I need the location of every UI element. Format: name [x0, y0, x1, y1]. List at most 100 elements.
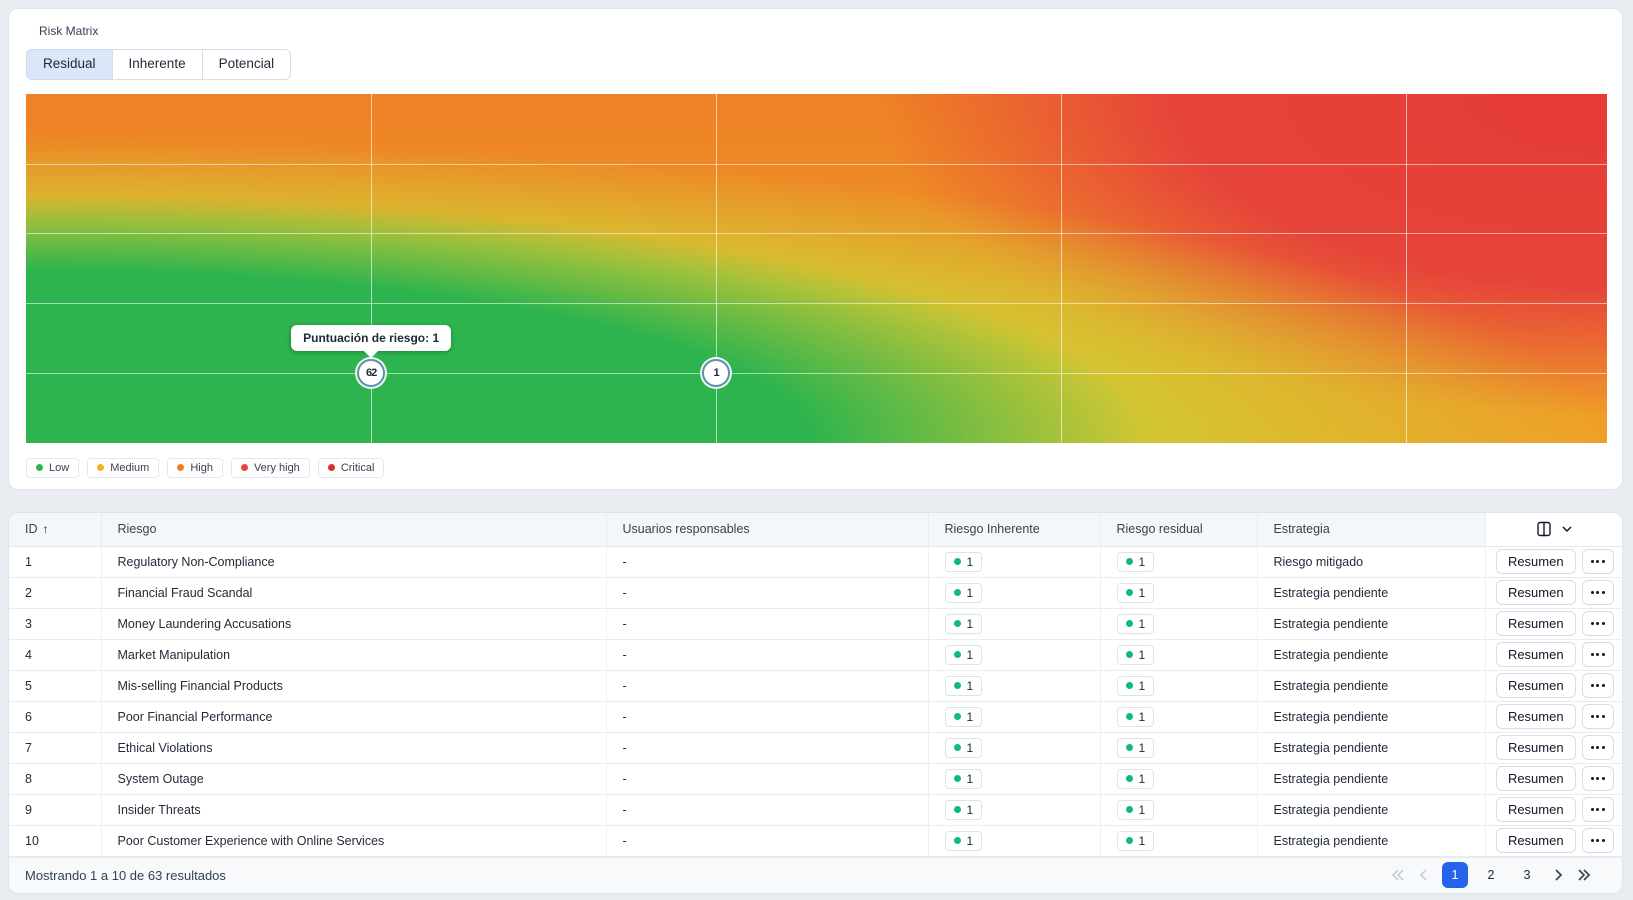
row-more-button[interactable] — [1582, 580, 1614, 605]
heatmap-gridline — [716, 94, 717, 443]
cell-estrategia: Riesgo mitigado — [1257, 546, 1485, 577]
risk-badge: 1 — [945, 583, 983, 603]
column-picker-button[interactable] — [1502, 521, 1609, 537]
row-more-button[interactable] — [1582, 828, 1614, 853]
header-riesgo[interactable]: Riesgo — [101, 513, 606, 546]
resumen-button[interactable]: Resumen — [1496, 735, 1576, 760]
risk-marker[interactable]: 62 — [357, 359, 385, 387]
status-dot-icon — [1126, 806, 1133, 813]
header-usuarios[interactable]: Usuarios responsables — [606, 513, 928, 546]
ellipsis-icon — [1591, 684, 1594, 687]
prev-page-button[interactable] — [1418, 868, 1430, 882]
table-row[interactable]: 10 Poor Customer Experience with Online … — [9, 825, 1623, 856]
legend-item-low: Low — [26, 458, 79, 478]
risk-badge: 1 — [1117, 738, 1155, 758]
tab-potencial[interactable]: Potencial — [202, 49, 292, 80]
resumen-button[interactable]: Resumen — [1496, 549, 1576, 574]
cell-riesgo-inherente: 1 — [928, 639, 1100, 670]
cell-riesgo: System Outage — [101, 763, 606, 794]
cell-riesgo: Market Manipulation — [101, 639, 606, 670]
table-row[interactable]: 2 Financial Fraud Scandal - 1 1 Estrateg… — [9, 577, 1623, 608]
last-page-button[interactable] — [1576, 868, 1592, 882]
table-row[interactable]: 8 System Outage - 1 1 Estrategia pendien… — [9, 763, 1623, 794]
cell-id: 1 — [9, 546, 101, 577]
double-chevron-right-icon — [1576, 868, 1592, 882]
table-row[interactable]: 1 Regulatory Non-Compliance - 1 1 Riesgo… — [9, 546, 1623, 577]
row-more-button[interactable] — [1582, 735, 1614, 760]
tab-inherente[interactable]: Inherente — [112, 49, 203, 80]
cell-estrategia: Estrategia pendiente — [1257, 639, 1485, 670]
cell-riesgo: Money Laundering Accusations — [101, 608, 606, 639]
table-row[interactable]: 3 Money Laundering Accusations - 1 1 Est… — [9, 608, 1623, 639]
table-row[interactable]: 9 Insider Threats - 1 1 Estrategia pendi… — [9, 794, 1623, 825]
header-residual[interactable]: Riesgo residual — [1100, 513, 1257, 546]
tab-residual[interactable]: Residual — [26, 49, 113, 80]
cell-actions: Resumen — [1485, 608, 1623, 639]
table-row[interactable]: 6 Poor Financial Performance - 1 1 Estra… — [9, 701, 1623, 732]
cell-riesgo-residual: 1 — [1100, 639, 1257, 670]
page-button-3[interactable]: 3 — [1514, 862, 1540, 888]
resumen-button[interactable]: Resumen — [1496, 828, 1576, 853]
cell-riesgo-residual: 1 — [1100, 546, 1257, 577]
row-more-button[interactable] — [1582, 673, 1614, 698]
status-dot-icon — [954, 651, 961, 658]
header-inherente[interactable]: Riesgo Inherente — [928, 513, 1100, 546]
legend-item-critical: Critical — [318, 458, 385, 478]
ellipsis-icon — [1591, 808, 1594, 811]
heatmap-gridline — [26, 164, 1607, 165]
cell-riesgo-residual: 1 — [1100, 825, 1257, 856]
next-page-button[interactable] — [1552, 868, 1564, 882]
status-dot-icon — [954, 589, 961, 596]
cell-id: 4 — [9, 639, 101, 670]
cell-usuarios: - — [606, 608, 928, 639]
risk-badge: 1 — [1117, 707, 1155, 727]
legend-dot-icon — [241, 464, 248, 471]
resumen-button[interactable]: Resumen — [1496, 642, 1576, 667]
cell-riesgo: Mis-selling Financial Products — [101, 670, 606, 701]
resumen-button[interactable]: Resumen — [1496, 797, 1576, 822]
table-row[interactable]: 5 Mis-selling Financial Products - 1 1 E… — [9, 670, 1623, 701]
cell-riesgo-inherente: 1 — [928, 608, 1100, 639]
row-more-button[interactable] — [1582, 611, 1614, 636]
status-dot-icon — [954, 775, 961, 782]
risk-score-tooltip: Puntuación de riesgo: 1 — [291, 325, 451, 351]
row-more-button[interactable] — [1582, 642, 1614, 667]
table-row[interactable]: 4 Market Manipulation - 1 1 Estrategia p… — [9, 639, 1623, 670]
resumen-button[interactable]: Resumen — [1496, 673, 1576, 698]
cell-riesgo-inherente: 1 — [928, 763, 1100, 794]
row-more-button[interactable] — [1582, 549, 1614, 574]
page-button-2[interactable]: 2 — [1478, 862, 1504, 888]
cell-actions: Resumen — [1485, 577, 1623, 608]
risk-badge: 1 — [945, 800, 983, 820]
resumen-button[interactable]: Resumen — [1496, 580, 1576, 605]
status-dot-icon — [1126, 744, 1133, 751]
cell-riesgo-inherente: 1 — [928, 794, 1100, 825]
header-estrategia[interactable]: Estrategia — [1257, 513, 1485, 546]
resumen-button[interactable]: Resumen — [1496, 611, 1576, 636]
row-more-button[interactable] — [1582, 797, 1614, 822]
legend-dot-icon — [328, 464, 335, 471]
heatmap-gridline — [1406, 94, 1407, 443]
cell-actions: Resumen — [1485, 825, 1623, 856]
status-dot-icon — [1126, 620, 1133, 627]
cell-riesgo-residual: 1 — [1100, 794, 1257, 825]
ellipsis-icon — [1591, 839, 1594, 842]
cell-estrategia: Estrategia pendiente — [1257, 825, 1485, 856]
cell-actions: Resumen — [1485, 639, 1623, 670]
resumen-button[interactable]: Resumen — [1496, 704, 1576, 729]
legend-item-medium: Medium — [87, 458, 159, 478]
resumen-button[interactable]: Resumen — [1496, 766, 1576, 791]
risk-heatmap[interactable]: Puntuación de riesgo: 1 62 1 — [26, 94, 1607, 443]
row-more-button[interactable] — [1582, 704, 1614, 729]
table-row[interactable]: 7 Ethical Violations - 1 1 Estrategia pe… — [9, 732, 1623, 763]
row-more-button[interactable] — [1582, 766, 1614, 791]
header-id[interactable]: ID↑ — [9, 513, 101, 546]
first-page-button[interactable] — [1390, 868, 1406, 882]
arrow-up-icon[interactable]: ↑ — [43, 522, 49, 536]
page-button-1[interactable]: 1 — [1442, 862, 1468, 888]
risk-marker[interactable]: 1 — [702, 359, 730, 387]
status-dot-icon — [1126, 589, 1133, 596]
ellipsis-icon — [1591, 777, 1594, 780]
cell-id: 10 — [9, 825, 101, 856]
cell-usuarios: - — [606, 732, 928, 763]
